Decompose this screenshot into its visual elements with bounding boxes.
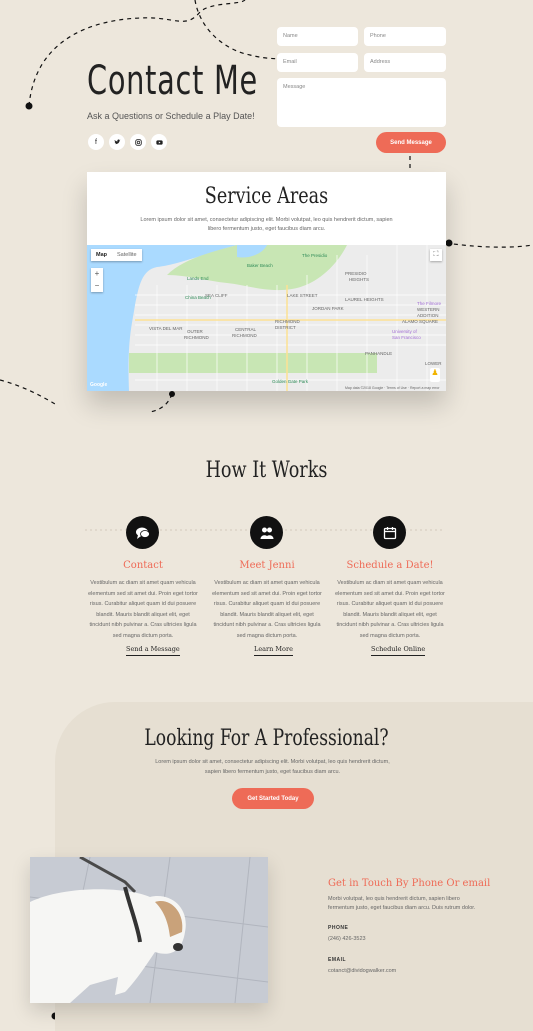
step-text-meet: Vestibulum ac diam sit amet quam vehicul… xyxy=(212,580,322,639)
step-text-contact: Vestibulum ac diam sit amet quam vehicul… xyxy=(88,580,198,639)
svg-text:ALAMO SQUARE: ALAMO SQUARE xyxy=(402,319,438,324)
zoom-in-button[interactable]: + xyxy=(91,268,103,280)
youtube-icon[interactable] xyxy=(151,134,167,150)
svg-text:CENTRAL: CENTRAL xyxy=(235,327,257,332)
svg-text:JORDAN PARK: JORDAN PARK xyxy=(312,306,344,311)
svg-text:Lands End: Lands End xyxy=(187,276,209,281)
map-type-tabs: Map Satellite xyxy=(91,249,142,261)
svg-text:ADDITION: ADDITION xyxy=(417,313,439,318)
phone-value: (246) 426-3523 xyxy=(328,936,366,942)
twitter-icon[interactable] xyxy=(109,134,125,150)
send-message-button[interactable]: Send Message xyxy=(376,132,446,153)
svg-text:Golden Gate Park: Golden Gate Park xyxy=(272,379,309,384)
name-field[interactable]: Name xyxy=(277,27,358,46)
phone-label: PHONE xyxy=(328,925,349,931)
street-view-pegman-icon[interactable]: ♟ xyxy=(430,368,440,382)
contact-subtitle: Ask a Questions or Schedule a Play Date! xyxy=(87,111,255,121)
svg-text:The Presidio: The Presidio xyxy=(302,253,328,258)
professional-text: Lorem ipsum dolor sit amet, consectetur … xyxy=(155,759,390,775)
svg-text:China Beach: China Beach xyxy=(185,295,211,300)
get-started-button[interactable]: Get Started Today xyxy=(232,788,314,809)
map-zoom-controls: + − xyxy=(91,268,103,292)
svg-text:PANHANDLE: PANHANDLE xyxy=(365,351,392,356)
zoom-out-button[interactable]: − xyxy=(91,280,103,292)
svg-text:University of: University of xyxy=(392,329,418,334)
service-text: Lorem ipsum dolor sit amet, consectetur … xyxy=(140,217,393,232)
service-map[interactable]: SEA CLIFF LAKE STREET LAUREL HEIGHTS JOR… xyxy=(87,245,446,391)
map-tab[interactable]: Map xyxy=(91,249,112,261)
step-title-schedule: Schedule a Date! xyxy=(346,560,434,571)
svg-text:The Filmore: The Filmore xyxy=(417,301,442,306)
map-brand-logo: Google xyxy=(90,382,108,388)
phone-field[interactable]: Phone xyxy=(364,27,446,46)
svg-text:Baker Beach: Baker Beach xyxy=(247,263,273,268)
people-icon xyxy=(250,516,283,549)
svg-text:RICHMOND: RICHMOND xyxy=(275,319,300,324)
svg-text:PRESIDIO: PRESIDIO xyxy=(345,271,367,276)
address-field[interactable]: Address xyxy=(364,53,446,72)
svg-text:LAKE STREET: LAKE STREET xyxy=(287,293,318,298)
facebook-icon[interactable]: f xyxy=(88,134,104,150)
svg-text:LAUREL HEIGHTS: LAUREL HEIGHTS xyxy=(345,297,384,302)
step-title-meet: Meet Jenni xyxy=(239,560,295,571)
svg-text:WESTERN: WESTERN xyxy=(417,307,440,312)
send-message-link[interactable]: Send a Message xyxy=(126,645,180,656)
svg-text:OUTER: OUTER xyxy=(187,329,204,334)
how-it-works-title: How It Works xyxy=(205,458,328,483)
schedule-online-link[interactable]: Schedule Online xyxy=(371,645,426,656)
email-field[interactable]: Email xyxy=(277,53,358,72)
satellite-tab[interactable]: Satellite xyxy=(112,249,142,261)
learn-more-link[interactable]: Learn More xyxy=(254,645,293,656)
calendar-icon xyxy=(373,516,406,549)
contact-title: Contact Me xyxy=(87,58,258,104)
step-text-schedule: Vestibulum ac diam sit amet quam vehicul… xyxy=(335,580,445,639)
svg-text:San Francisco: San Francisco xyxy=(392,335,421,340)
service-title: Service Areas xyxy=(204,184,329,209)
email-label: EMAIL xyxy=(328,957,347,963)
svg-text:VISTA DEL MAR: VISTA DEL MAR xyxy=(149,326,183,331)
get-in-touch-text: Morbi volutpat, leo quis hendrerit dictu… xyxy=(328,896,476,911)
svg-text:DISTRICT: DISTRICT xyxy=(275,325,296,330)
service-areas-card: Service Areas Lorem ipsum dolor sit amet… xyxy=(87,172,446,391)
email-value[interactable]: cotanct@dividogwalker.com xyxy=(328,968,396,974)
svg-text:HEIGHTS: HEIGHTS xyxy=(349,277,369,282)
svg-text:RICHMOND: RICHMOND xyxy=(184,335,209,340)
message-field[interactable]: Message xyxy=(277,78,446,127)
svg-text:RICHMOND: RICHMOND xyxy=(232,333,257,338)
chat-icon xyxy=(126,516,159,549)
fullscreen-icon[interactable]: ⛶ xyxy=(430,249,442,261)
professional-title: Looking For A Professional? xyxy=(144,726,389,751)
instagram-icon[interactable] xyxy=(130,134,146,150)
svg-text:Map data ©2018 Google · Terms: Map data ©2018 Google · Terms of Use · R… xyxy=(345,386,440,390)
svg-text:LOWER: LOWER xyxy=(425,361,442,366)
dog-photo xyxy=(30,857,268,1003)
get-in-touch-title: Get in Touch By Phone Or email xyxy=(328,878,491,889)
step-title-contact: Contact xyxy=(123,560,163,571)
